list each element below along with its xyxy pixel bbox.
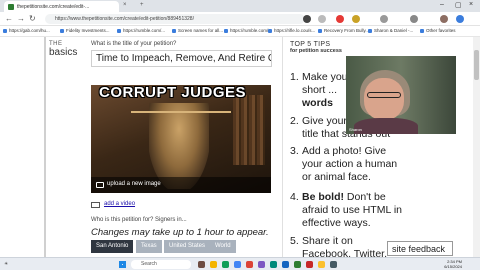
- excel-icon[interactable]: [294, 261, 301, 268]
- bookmarks-bar: https://gab.com/hu... Fidelity Investmen…: [0, 26, 480, 37]
- maximize-icon[interactable]: ▢: [455, 1, 462, 9]
- target-option-san-antonio[interactable]: San Antonio: [91, 240, 134, 253]
- bookmark-item[interactable]: Sharon & Daniel -...: [368, 28, 413, 33]
- taskbar-app-icon[interactable]: [306, 261, 313, 268]
- browser-tab[interactable]: thepetitionsite.com/create/edit-...: [4, 1, 119, 12]
- refresh-icon[interactable]: ↻: [29, 14, 36, 23]
- clock-date: 6/15/2024: [444, 264, 462, 269]
- windows-taskbar: ☀ Search 2:34 PM 6/15/2024: [0, 257, 480, 270]
- url-field[interactable]: https://www.thepetitionsite.com/create/e…: [45, 14, 305, 24]
- taskbar-app-icon[interactable]: [330, 261, 337, 268]
- favorites-icon[interactable]: [380, 15, 388, 23]
- taskbar-clock[interactable]: 2:34 PM 6/15/2024: [432, 259, 462, 269]
- extension-red-icon[interactable]: [336, 15, 344, 23]
- taskbar-app-icon[interactable]: [258, 261, 265, 268]
- upload-label: upload a new image: [107, 181, 161, 187]
- taskbar-app-icon[interactable]: [270, 261, 277, 268]
- taskbar-app-icon[interactable]: [246, 261, 253, 268]
- bookmark-item[interactable]: Fidelity Investments...: [60, 28, 110, 33]
- extension-yellow-icon[interactable]: [352, 15, 360, 23]
- file-explorer-icon[interactable]: [210, 261, 217, 268]
- minimize-icon[interactable]: –: [440, 1, 444, 8]
- taskbar-app-icon[interactable]: [318, 261, 325, 268]
- taskbar-search[interactable]: Search: [131, 260, 191, 269]
- target-option-texas[interactable]: Texas: [136, 240, 162, 253]
- webcam-person-shirt: [354, 118, 418, 134]
- weather-widget-icon[interactable]: ☀: [4, 261, 8, 267]
- tip-number: 2.: [290, 115, 299, 127]
- bookmark-item[interactable]: https://rumble.com/...: [224, 28, 272, 33]
- collections-icon[interactable]: [410, 15, 418, 23]
- url-text: https://www.thepetitionsite.com/create/e…: [55, 16, 194, 22]
- close-tab-icon[interactable]: ×: [123, 2, 127, 8]
- bookmark-item[interactable]: https://gab.com/hu...: [3, 28, 50, 33]
- petition-image[interactable]: CORRUPT JUDGES upload a new image: [91, 85, 271, 193]
- profile-avatar-icon[interactable]: [440, 15, 448, 23]
- tip-text: Add a photo! Give your action a human or…: [302, 145, 398, 184]
- taskbar-app-icon[interactable]: [198, 261, 205, 268]
- bookmark-item[interactable]: https://rumble.com/...: [117, 28, 165, 33]
- back-icon[interactable]: ←: [5, 14, 13, 23]
- close-window-icon[interactable]: ×: [469, 1, 473, 8]
- update-warning: Changes may take up to 1 hour to appear.: [91, 227, 269, 238]
- tip-number: 5.: [290, 235, 299, 247]
- webcam-person-face: [364, 78, 404, 120]
- upload-image-button[interactable]: upload a new image: [91, 177, 271, 193]
- target-question: Who is this petition for? Signers in...: [91, 217, 187, 223]
- new-tab-icon[interactable]: +: [140, 2, 144, 8]
- bookmark-folder[interactable]: Other favorites: [420, 28, 456, 33]
- edge-copilot-icon[interactable]: [456, 15, 464, 23]
- edge-browser-icon[interactable]: [234, 261, 241, 268]
- bookshelf-graphic: [233, 95, 265, 165]
- tips-heading: TOP 5 TIPS: [290, 41, 331, 48]
- tab-label: thepetitionsite.com/create/edit-...: [17, 4, 90, 10]
- image-headline: CORRUPT JUDGES: [99, 85, 247, 101]
- word-icon[interactable]: [282, 261, 289, 268]
- tip-number: 1.: [290, 71, 299, 83]
- scrollbar-thumb[interactable]: [474, 50, 479, 80]
- video-icon[interactable]: [91, 202, 100, 208]
- tip-bold: Be bold!: [302, 191, 344, 203]
- browser-tab-bar: thepetitionsite.com/create/edit-... × + …: [0, 0, 480, 12]
- target-option-world[interactable]: World: [210, 240, 236, 253]
- section-heading: basics: [49, 47, 78, 58]
- target-option-united-states[interactable]: United States: [164, 240, 211, 253]
- tip-text: Be bold! Don't be afraid to use HTML in …: [302, 191, 402, 231]
- bookmark-item[interactable]: Screen names for all...: [172, 28, 223, 33]
- forward-icon[interactable]: →: [17, 14, 25, 23]
- webcam-name-label: Sharon: [349, 127, 362, 132]
- petition-title-input[interactable]: Time to Impeach, Remove, And Retire O: [91, 50, 272, 67]
- tip-number: 3.: [290, 145, 299, 157]
- site-favicon-icon: [8, 4, 14, 10]
- bookmark-item[interactable]: https://rifle.lo.cou/s...: [268, 28, 315, 33]
- windows-start-icon[interactable]: [119, 261, 126, 268]
- taskbar-search-placeholder: Search: [141, 261, 157, 267]
- webcam-overlay[interactable]: Sharon: [346, 56, 456, 134]
- camera-icon: [96, 182, 104, 188]
- scales-graphic: [131, 111, 231, 113]
- address-bar-row: ← → ↻ https://www.thepetitionsite.com/cr…: [0, 12, 480, 26]
- tips-subheading: for petition success: [290, 48, 342, 54]
- star-icon[interactable]: [318, 15, 326, 23]
- column-divider: [282, 37, 283, 257]
- left-divider: [44, 37, 46, 257]
- title-question: What is the title of your petition?: [91, 41, 177, 47]
- add-video-link[interactable]: add a video: [104, 201, 135, 207]
- tip-number: 4.: [290, 191, 299, 203]
- extension-icon[interactable]: [303, 15, 311, 23]
- bookmark-item[interactable]: Recovery From Bully...: [318, 28, 369, 33]
- site-feedback-button[interactable]: site feedback: [387, 241, 453, 256]
- taskbar-app-icon[interactable]: [222, 261, 229, 268]
- webcam-person-glasses: [367, 92, 401, 98]
